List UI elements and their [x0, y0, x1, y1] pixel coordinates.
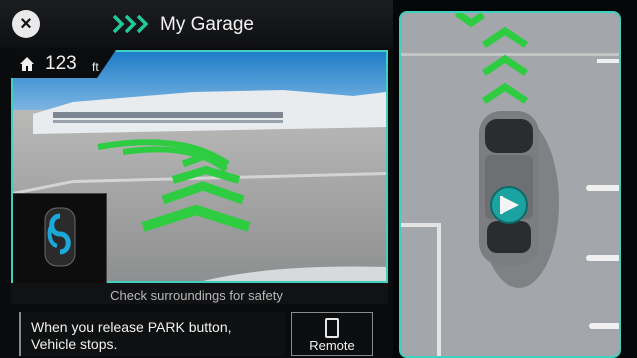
- info-line-1: When you release PARK button,: [31, 319, 232, 335]
- remote-button-label: Remote: [309, 338, 355, 353]
- distance-value: 123: [45, 53, 77, 74]
- info-box: When you release PARK button, Vehicle st…: [19, 312, 285, 356]
- left-panel: × My Garage 123 ft Check surroundings fo…: [0, 0, 393, 358]
- direction-chevrons-icon: [112, 14, 149, 34]
- top-view-panel: [399, 11, 621, 358]
- info-line-2: Vehicle stops.: [31, 336, 118, 352]
- safety-message: Check surroundings for safety: [110, 288, 283, 303]
- phone-icon: [325, 318, 339, 338]
- distance-unit: ft: [92, 60, 99, 74]
- vehicle-thumbnail-icon: [44, 207, 76, 267]
- home-icon: [20, 57, 34, 71]
- vehicle-position-thumbnail: [13, 193, 107, 284]
- surround-view-scene: [401, 13, 619, 356]
- remote-button[interactable]: Remote: [291, 312, 373, 356]
- page-title: My Garage: [160, 14, 254, 35]
- close-icon: ×: [20, 13, 32, 35]
- close-button[interactable]: ×: [12, 10, 40, 38]
- header-bar: × My Garage: [0, 0, 393, 48]
